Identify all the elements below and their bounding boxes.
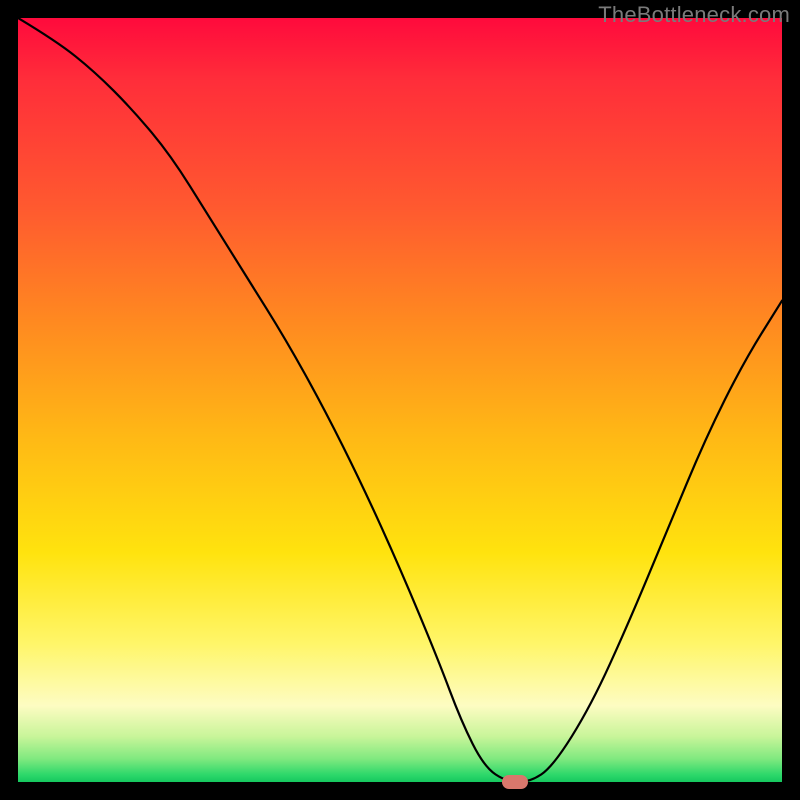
bottleneck-curve bbox=[18, 18, 782, 782]
optimum-marker bbox=[502, 775, 528, 789]
watermark-text: TheBottleneck.com bbox=[598, 2, 790, 28]
chart-frame: TheBottleneck.com bbox=[0, 0, 800, 800]
plot-area bbox=[18, 18, 782, 782]
